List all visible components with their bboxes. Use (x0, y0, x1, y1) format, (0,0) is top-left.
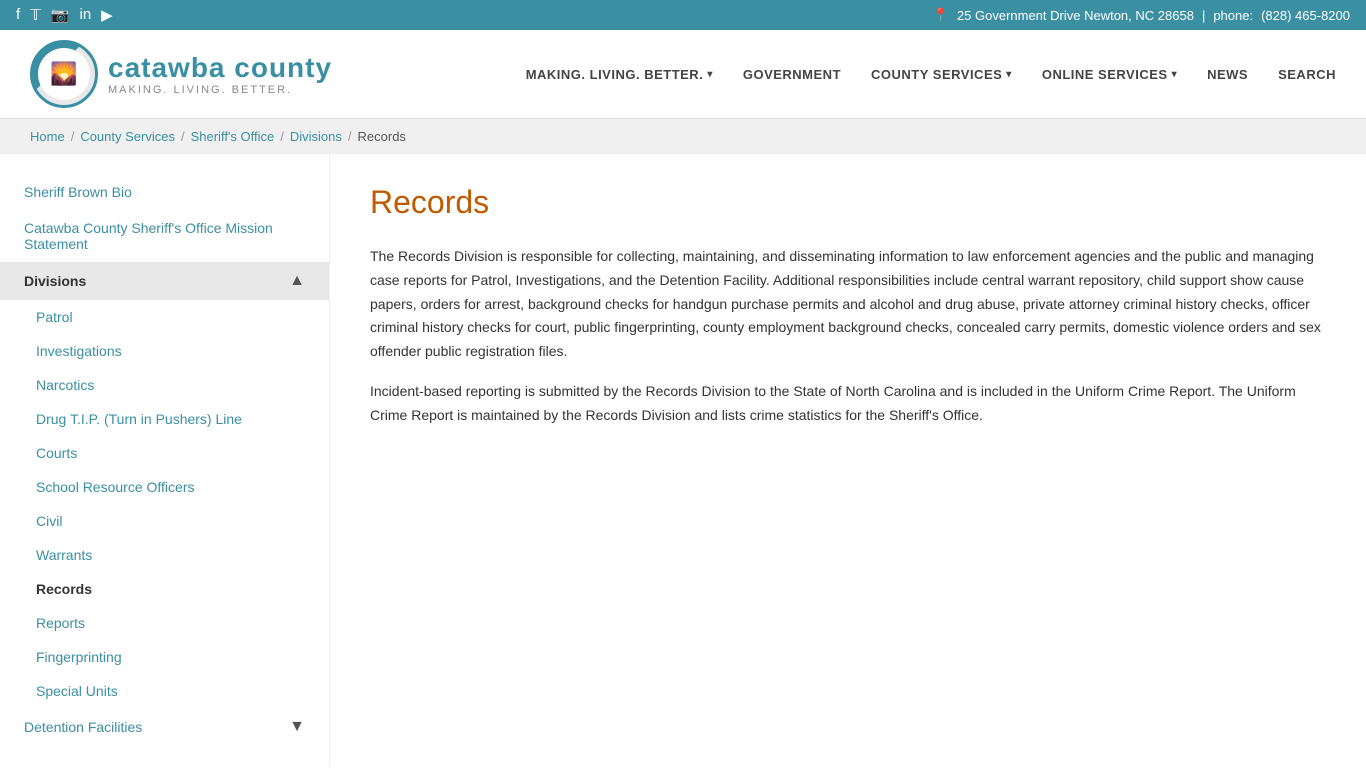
sidebar-investigations[interactable]: Investigations (0, 334, 329, 368)
breadcrumb-home[interactable]: Home (30, 129, 65, 144)
facebook-icon[interactable]: f (16, 6, 20, 24)
sidebar-reports[interactable]: Reports (0, 606, 329, 640)
breadcrumb-current: Records (358, 129, 406, 144)
breadcrumb-divisions[interactable]: Divisions (290, 129, 342, 144)
nav-government[interactable]: GOVERNMENT (743, 67, 841, 82)
phone-label: phone: (1213, 8, 1253, 23)
breadcrumb-sheriffs-office[interactable]: Sheriff's Office (191, 129, 275, 144)
nav-making-caret: ▾ (707, 69, 713, 80)
sidebar-school-resource[interactable]: School Resource Officers (0, 470, 329, 504)
instagram-icon[interactable]: 📷 (51, 6, 70, 24)
linkedin-icon[interactable]: in (79, 6, 91, 24)
sidebar-divisions-caret: ▲ (289, 272, 305, 290)
main-nav: MAKING. LIVING. BETTER. ▾ GOVERNMENT COU… (526, 67, 1336, 82)
sidebar-records[interactable]: Records (0, 572, 329, 606)
sidebar-patrol[interactable]: Patrol (0, 300, 329, 334)
sidebar-detention-section[interactable]: Detention Facilities ▼ (0, 708, 329, 746)
sidebar-divisions-label: Divisions (24, 273, 86, 289)
sidebar-civil[interactable]: Civil (0, 504, 329, 538)
social-icons: f 𝕋 📷 in ▶ (16, 6, 113, 24)
sidebar-detention-caret: ▼ (289, 718, 305, 736)
site-tagline: MAKING. LIVING. BETTER. (108, 84, 332, 97)
breadcrumb: Home / County Services / Sheriff's Offic… (0, 119, 1366, 154)
breadcrumb-county-services[interactable]: County Services (80, 129, 175, 144)
separator: | (1202, 8, 1205, 23)
nav-online-services[interactable]: ONLINE SERVICES ▾ (1042, 67, 1177, 82)
nav-news[interactable]: NEWS (1207, 67, 1248, 82)
sidebar-sheriff-bio[interactable]: Sheriff Brown Bio (0, 174, 329, 210)
nav-county-services-caret: ▾ (1006, 69, 1012, 80)
sidebar-fingerprinting[interactable]: Fingerprinting (0, 640, 329, 674)
main-paragraph-1: The Records Division is responsible for … (370, 245, 1326, 364)
sidebar-drug-tip[interactable]: Drug T.I.P. (Turn in Pushers) Line (0, 402, 329, 436)
nav-making[interactable]: MAKING. LIVING. BETTER. ▾ (526, 67, 713, 82)
sidebar-divisions-section[interactable]: Divisions ▲ (0, 262, 329, 300)
nav-online-services-caret: ▾ (1172, 69, 1178, 80)
top-bar: f 𝕋 📷 in ▶ 📍 25 Government Drive Newton,… (0, 0, 1366, 30)
logo-image: 🌄 (30, 40, 98, 108)
location-icon: 📍 (933, 7, 949, 23)
logo-area: 🌄 catawba county MAKING. LIVING. BETTER. (30, 40, 332, 108)
nav-county-services[interactable]: COUNTY SERVICES ▾ (871, 67, 1012, 82)
site-name[interactable]: catawba county (108, 51, 332, 85)
address-text: 25 Government Drive Newton, NC 28658 (957, 8, 1194, 23)
sidebar: Sheriff Brown Bio Catawba County Sheriff… (0, 154, 330, 766)
sidebar-mission-statement[interactable]: Catawba County Sheriff's Office Mission … (0, 210, 329, 262)
twitter-icon[interactable]: 𝕋 (30, 6, 41, 24)
sidebar-courts[interactable]: Courts (0, 436, 329, 470)
header: 🌄 catawba county MAKING. LIVING. BETTER.… (0, 30, 1366, 119)
main-content: Records The Records Division is responsi… (330, 154, 1366, 766)
phone-number[interactable]: (828) 465-8200 (1261, 8, 1350, 23)
content-area: Sheriff Brown Bio Catawba County Sheriff… (0, 154, 1366, 766)
sidebar-narcotics[interactable]: Narcotics (0, 368, 329, 402)
main-paragraph-2: Incident-based reporting is submitted by… (370, 380, 1326, 428)
page-title: Records (370, 184, 1326, 221)
nav-search[interactable]: SEARCH (1278, 67, 1336, 82)
contact-info: 📍 25 Government Drive Newton, NC 28658 |… (933, 7, 1350, 23)
sidebar-warrants[interactable]: Warrants (0, 538, 329, 572)
logo-text: catawba county MAKING. LIVING. BETTER. (108, 51, 332, 98)
sidebar-detention-label: Detention Facilities (24, 719, 142, 735)
youtube-icon[interactable]: ▶ (101, 6, 113, 24)
sidebar-special-units[interactable]: Special Units (0, 674, 329, 708)
